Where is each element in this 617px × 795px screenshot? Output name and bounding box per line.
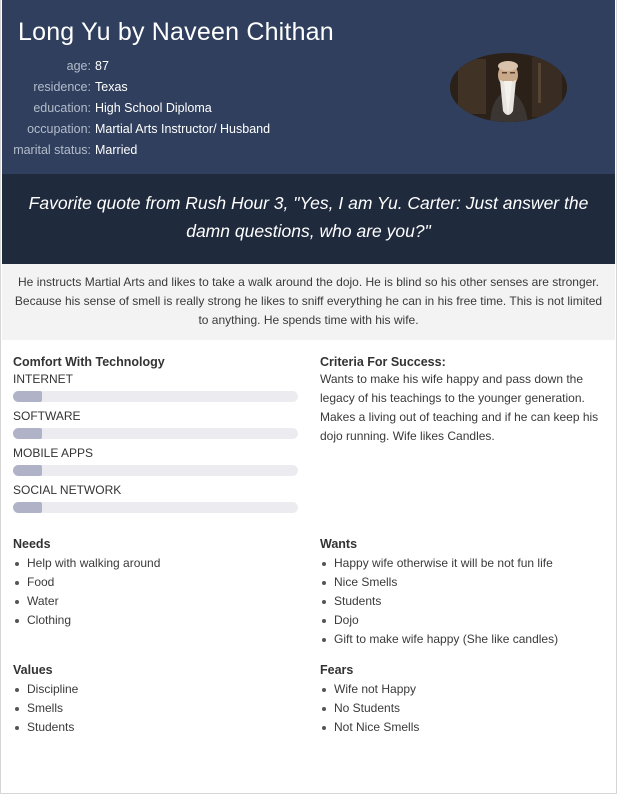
list-item: Help with walking around bbox=[13, 554, 298, 573]
tech-item-software: SOFTWARE bbox=[13, 408, 299, 445]
tech-item-internet: INTERNET bbox=[13, 371, 299, 408]
tech-bar-track bbox=[13, 391, 298, 402]
tech-bar-fill bbox=[13, 502, 42, 513]
quote-text: Favorite quote from Rush Hour 3, "Yes, I… bbox=[28, 193, 589, 241]
list-item: Gift to make wife happy (She like candle… bbox=[320, 630, 605, 649]
tech-label: SOFTWARE bbox=[13, 409, 81, 423]
persona-details: age: 87 residence: Texas education: High Sc… bbox=[2, 56, 270, 161]
persona-photo-illustration bbox=[450, 53, 567, 122]
list-item: Food bbox=[13, 573, 298, 592]
needs-section: Needs Help with walking around Food Wate… bbox=[13, 537, 298, 630]
tech-bar-track bbox=[13, 428, 298, 439]
detail-value: Texas bbox=[95, 80, 128, 94]
list-item: Dojo bbox=[320, 611, 605, 630]
needs-title: Needs bbox=[13, 537, 51, 551]
fears-title: Fears bbox=[320, 663, 354, 677]
persona-photo bbox=[450, 53, 567, 122]
list-item: Water bbox=[13, 592, 298, 611]
tech-bar-fill bbox=[13, 428, 42, 439]
detail-label: occupation: bbox=[27, 122, 91, 136]
values-title: Values bbox=[13, 663, 53, 677]
detail-label: age: bbox=[66, 59, 91, 73]
list-item: Clothing bbox=[13, 611, 298, 630]
detail-row-occupation: occupation: Martial Arts Instructor/ Husb… bbox=[2, 119, 270, 140]
comfort-with-technology: Comfort With Technology INTERNET SOFTWAR… bbox=[13, 355, 299, 519]
tech-bar-fill bbox=[13, 465, 42, 476]
list-item: Not Nice Smells bbox=[320, 718, 605, 737]
wants-section: Wants Happy wife otherwise it will be no… bbox=[320, 537, 605, 649]
tech-bar-track bbox=[13, 502, 298, 513]
criteria-text: Wants to make his wife happy and pass do… bbox=[320, 372, 599, 443]
persona-header: Long Yu by Naveen Chithan age: 87 residen… bbox=[2, 0, 615, 174]
tech-label: MOBILE APPS bbox=[13, 446, 94, 460]
list-item: Smells bbox=[13, 699, 298, 718]
detail-value: Martial Arts Instructor/ Husband bbox=[95, 122, 271, 136]
list-item: Students bbox=[13, 718, 298, 737]
criteria-for-success: Criteria For Success: Wants to make his … bbox=[320, 355, 600, 446]
wants-list: Happy wife otherwise it will be not fun … bbox=[320, 554, 605, 649]
list-item: Happy wife otherwise it will be not fun … bbox=[320, 554, 605, 573]
list-item: Discipline bbox=[13, 680, 298, 699]
needs-list: Help with walking around Food Water Clot… bbox=[13, 554, 298, 630]
detail-row-marital-status: marital status: Married bbox=[2, 140, 270, 161]
detail-label: residence: bbox=[33, 80, 91, 94]
tech-label: INTERNET bbox=[13, 372, 73, 386]
detail-row-residence: residence: Texas bbox=[2, 77, 270, 98]
detail-value: High School Diploma bbox=[95, 101, 212, 115]
tech-item-mobile-apps: MOBILE APPS bbox=[13, 445, 299, 482]
list-item: No Students bbox=[320, 699, 605, 718]
bio-section: He instructs Martial Arts and likes to t… bbox=[2, 264, 615, 340]
values-list: Discipline Smells Students bbox=[13, 680, 298, 737]
detail-label: marital status: bbox=[13, 143, 91, 157]
fears-list: Wife not Happy No Students Not Nice Smel… bbox=[320, 680, 605, 737]
detail-value: 87 bbox=[95, 59, 109, 73]
tech-label: SOCIAL NETWORK bbox=[13, 483, 122, 497]
detail-value: Married bbox=[95, 143, 138, 157]
bio-text: He instructs Martial Arts and likes to t… bbox=[14, 275, 603, 327]
fears-section: Fears Wife not Happy No Students Not Nic… bbox=[320, 663, 605, 737]
tech-bar-track bbox=[13, 465, 298, 476]
tech-bar-fill bbox=[13, 391, 42, 402]
list-item: Wife not Happy bbox=[320, 680, 605, 699]
wants-title: Wants bbox=[320, 537, 358, 551]
persona-title: Long Yu by Naveen Chithan bbox=[18, 18, 334, 46]
technology-title: Comfort With Technology bbox=[13, 355, 165, 369]
detail-row-age: age: 87 bbox=[2, 56, 270, 77]
values-section: Values Discipline Smells Students bbox=[13, 663, 298, 737]
criteria-title: Criteria For Success: bbox=[320, 355, 446, 369]
list-item: Nice Smells bbox=[320, 573, 605, 592]
tech-item-social-network: SOCIAL NETWORK bbox=[13, 482, 299, 519]
detail-label: education: bbox=[33, 101, 91, 115]
list-item: Students bbox=[320, 592, 605, 611]
favorite-quote: Favorite quote from Rush Hour 3, "Yes, I… bbox=[2, 174, 615, 264]
detail-row-education: education: High School Diploma bbox=[2, 98, 270, 119]
